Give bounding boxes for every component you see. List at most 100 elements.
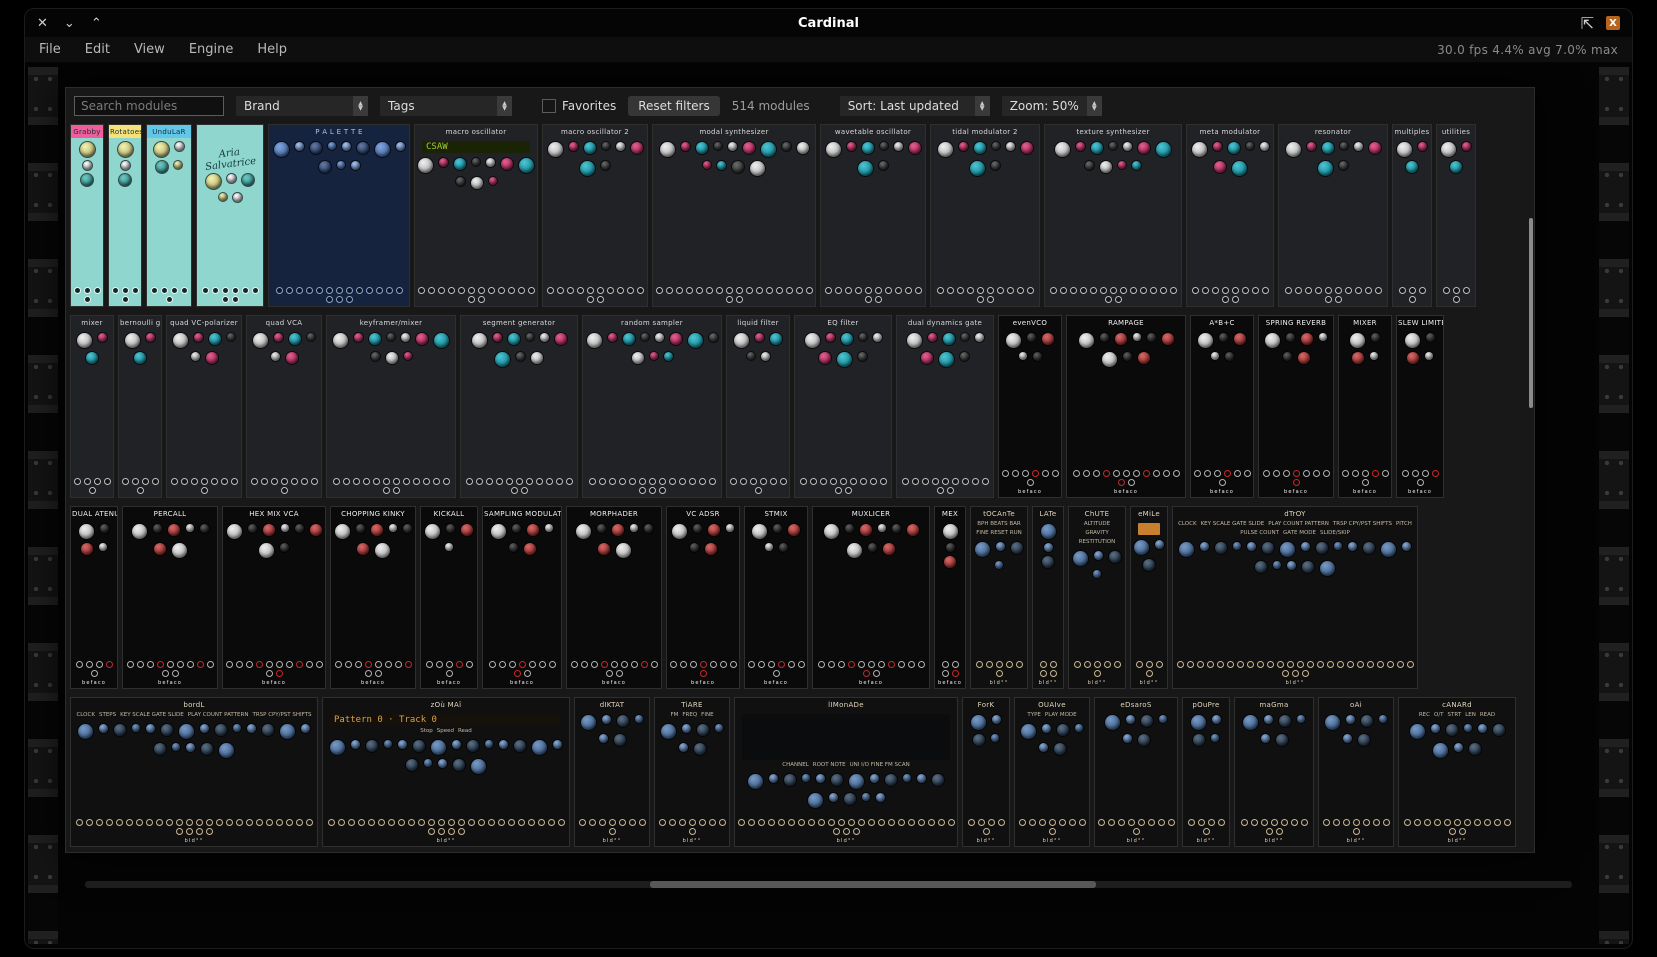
- knob-icon: [870, 774, 879, 783]
- vertical-scrollbar-thumb[interactable]: [1529, 218, 1533, 408]
- module-tile-chopping-kinky[interactable]: CHOPPING KINKYbefaco: [330, 506, 416, 689]
- module-tile-grabby[interactable]: Grabby: [70, 124, 104, 307]
- brand-logo: bId°°: [1319, 838, 1393, 846]
- module-tile-modal-synthesizer[interactable]: modal synthesizer: [652, 124, 816, 307]
- knob-icon: [1346, 715, 1355, 724]
- module-tile-blank[interactable]: Aria Salvatrice: [196, 124, 264, 307]
- menu-edit[interactable]: Edit: [85, 42, 110, 57]
- module-tile-emile[interactable]: eMiLebId°°: [1130, 506, 1168, 689]
- menu-engine[interactable]: Engine: [189, 42, 234, 57]
- module-tile-eq-filter[interactable]: EQ filter: [794, 315, 892, 498]
- module-tile-bordl[interactable]: bordLCLOCKSTEPSKEY SCALE GATE SLIDEPLAY …: [70, 697, 318, 847]
- menu-file[interactable]: File: [39, 42, 61, 57]
- port-icon: [76, 819, 83, 826]
- module-tile-quad-vc-polarizer[interactable]: quad VC-polarizer: [166, 315, 242, 498]
- favorites-checkbox[interactable]: [542, 99, 556, 113]
- knob-icon: [1262, 542, 1274, 554]
- x11-icon[interactable]: X: [1606, 16, 1620, 30]
- module-tile-magma[interactable]: maGmabId°°: [1234, 697, 1314, 847]
- module-tile-tiare[interactable]: TiAREFMFREQFINEbId°°: [654, 697, 730, 847]
- module-tile-muxlicer[interactable]: MUXLICERbefaco: [812, 506, 930, 689]
- module-tile-spring-reverb[interactable]: SPRING REVERBbefaco: [1258, 315, 1334, 498]
- module-name: utilities: [1437, 125, 1475, 138]
- module-tile-multiples[interactable]: multiples: [1392, 124, 1432, 307]
- brand-dropdown[interactable]: Brand ▲▼: [236, 96, 368, 116]
- vertical-scrollbar[interactable]: [1529, 88, 1533, 852]
- knob-icon: [569, 142, 578, 151]
- module-tile-rampage[interactable]: RAMPAGEbefaco: [1066, 315, 1186, 498]
- module-tile-a-b-c[interactable]: A*B+Cbefaco: [1190, 315, 1254, 498]
- port-icon: [1293, 470, 1300, 477]
- module-tile-dtroy[interactable]: dTrOYCLOCKKEY SCALE GATE SLIDEPLAY COUNT…: [1172, 506, 1418, 689]
- module-tile-rotatoes[interactable]: Rotatoes: [108, 124, 142, 307]
- module-tile-edsaros[interactable]: eDsaroSbId°°: [1094, 697, 1178, 847]
- chevron-down-icon[interactable]: ⌄: [64, 16, 75, 31]
- horizontal-scrollbar-thumb[interactable]: [650, 881, 1096, 888]
- menu-help[interactable]: Help: [257, 42, 287, 57]
- module-tile-p-a-l-e-t-t-e[interactable]: P A L E T T E: [268, 124, 410, 307]
- port-panel: [197, 285, 263, 306]
- module-tile-kickall[interactable]: KICKALLbefaco: [420, 506, 478, 689]
- port-icon: [547, 287, 554, 294]
- external-icon[interactable]: ⇱: [1581, 14, 1594, 33]
- module-tile-random-sampler[interactable]: random sampler: [582, 315, 722, 498]
- module-tile-chute[interactable]: ChUTEALTITUDEGRAVITYRESTITUTIONbId°°: [1068, 506, 1126, 689]
- module-tile-poupre[interactable]: pOuPrebId°°: [1182, 697, 1230, 847]
- module-tile-morphader[interactable]: MORPHADERbefaco: [566, 506, 662, 689]
- module-tile-hex-mix-vca[interactable]: HEX MIX VCAbefaco: [222, 506, 326, 689]
- knob-icon: [1079, 333, 1094, 348]
- module-tile-macro-oscillator[interactable]: macro oscillatorCSAW: [414, 124, 538, 307]
- knob-panel: [1397, 329, 1443, 468]
- module-tile-utilities[interactable]: utilities: [1436, 124, 1476, 307]
- module-tile-stmix[interactable]: STMIXbefaco: [744, 506, 808, 689]
- module-tile-oai[interactable]: oAibId°°: [1318, 697, 1394, 847]
- sort-dropdown[interactable]: Sort: Last updated ▲▼: [840, 96, 990, 116]
- zoom-dropdown[interactable]: Zoom: 50% ▲▼: [1002, 96, 1102, 116]
- reset-filters-button[interactable]: Reset filters: [628, 96, 720, 116]
- module-tile-fork[interactable]: ForKbId°°: [962, 697, 1010, 847]
- module-tile-wavetable-oscillator[interactable]: wavetable oscillator: [820, 124, 926, 307]
- close-icon[interactable]: ✕: [37, 16, 48, 31]
- module-tile-late[interactable]: LATebId°°: [1032, 506, 1064, 689]
- module-tile-mex[interactable]: MEXbefaco: [934, 506, 966, 689]
- module-tile-ouaive[interactable]: OUAIveTYPEPLAY MODEbId°°: [1014, 697, 1090, 847]
- module-tile-liquid-filter[interactable]: liquid filter: [726, 315, 790, 498]
- knob-panel: [331, 520, 415, 659]
- module-tile-keyframer-mixer[interactable]: keyframer/mixer: [326, 315, 456, 498]
- module-tile-segment-generator[interactable]: segment generator: [460, 315, 578, 498]
- search-input[interactable]: [74, 96, 224, 116]
- module-tile-percall[interactable]: PERCALLbefaco: [122, 506, 218, 689]
- module-tile-limonade[interactable]: lIMonADeCHANNELROOT NOTEUNI I/O FINE FM …: [734, 697, 958, 847]
- module-tile-tocante[interactable]: tOCAnTeBPH BEATS BARFINE RESET RUNbId°°: [970, 506, 1028, 689]
- module-tile-sampling-modulator[interactable]: SAMPLING MODULATORbefaco: [482, 506, 562, 689]
- module-tile-evenvco[interactable]: evenVCObefaco: [998, 315, 1062, 498]
- horizontal-scrollbar[interactable]: [85, 881, 1572, 888]
- module-tile-meta-modulator[interactable]: meta modulator: [1186, 124, 1274, 307]
- module-tile-dual-atenuverter[interactable]: DUAL ATENUVERTERbefaco: [70, 506, 118, 689]
- module-tile-dual-dynamics-gate[interactable]: dual dynamics gate: [896, 315, 994, 498]
- module-tile-macro-oscillator-2[interactable]: macro oscillator 2: [542, 124, 648, 307]
- module-tile-mixer[interactable]: MIXERbefaco: [1338, 315, 1392, 498]
- tags-dropdown[interactable]: Tags ▲▼: [380, 96, 512, 116]
- knob-icon: [168, 524, 180, 536]
- module-tile-diktat[interactable]: dIKTATbId°°: [574, 697, 650, 847]
- module-tile-resonator[interactable]: resonator: [1278, 124, 1388, 307]
- knob-icon: [99, 543, 107, 551]
- module-tile-texture-synthesizer[interactable]: texture synthesizer: [1044, 124, 1182, 307]
- chevron-up-icon[interactable]: ⌃: [91, 16, 102, 31]
- module-tile-slew-limiter[interactable]: SLEW LIMITERbefaco: [1396, 315, 1444, 498]
- module-tile-mixer[interactable]: mixer: [70, 315, 114, 498]
- module-tile-tidal-modulator-2[interactable]: tidal modulator 2: [930, 124, 1040, 307]
- module-tile-bernoulli-gate[interactable]: bernoulli gate: [118, 315, 162, 498]
- module-tile-canard[interactable]: cANARdRECO/TSTRTLENREADbId°°: [1398, 697, 1516, 847]
- favorites-toggle[interactable]: Favorites: [542, 99, 616, 113]
- port-icon: [296, 661, 303, 668]
- module-tile-quad-vca[interactable]: quad VCA: [246, 315, 322, 498]
- port-icon: [1285, 287, 1292, 294]
- menu-view[interactable]: View: [134, 42, 165, 57]
- port-icon: [206, 819, 213, 826]
- port-icon: [952, 478, 959, 485]
- module-tile-vc-adsr[interactable]: VC ADSRbefaco: [666, 506, 740, 689]
- module-tile-zo-ma[interactable]: zOù MAïPattern 0 · Track 0StopSpeedReadb…: [322, 697, 570, 847]
- module-tile-undular[interactable]: UnduLaR: [146, 124, 192, 307]
